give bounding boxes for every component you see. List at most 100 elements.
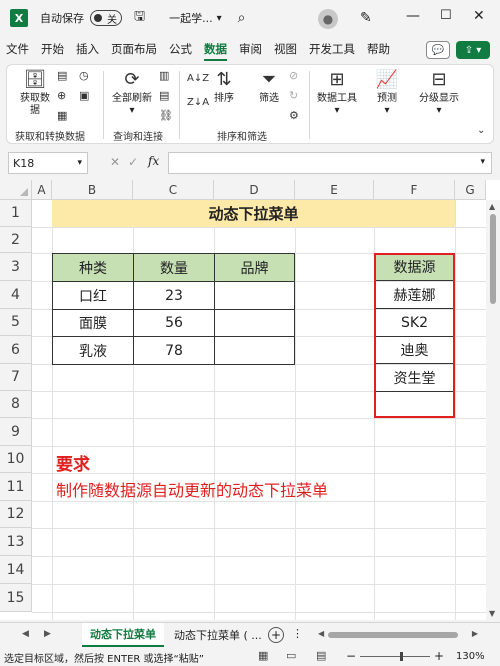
- chevron-down-icon[interactable]: ▾: [480, 157, 485, 167]
- table-cell[interactable]: 56: [133, 309, 215, 337]
- row-header-8[interactable]: 8: [0, 391, 32, 418]
- minimize-icon[interactable]: —: [406, 8, 420, 24]
- row-header-13[interactable]: 13: [0, 528, 32, 556]
- pen-icon[interactable]: ✎: [360, 10, 372, 26]
- page-layout-view-icon[interactable]: ▭: [286, 649, 296, 662]
- table-cell[interactable]: 口红: [52, 281, 134, 310]
- data-tools-button[interactable]: ⊞ 数据工具 ▾: [311, 69, 363, 117]
- zoom-out-button[interactable]: −: [346, 649, 356, 663]
- zoom-in-button[interactable]: +: [434, 649, 444, 663]
- tab-data[interactable]: 数据: [198, 36, 233, 62]
- column-header-g[interactable]: G: [455, 180, 486, 200]
- check-icon[interactable]: ✓: [128, 155, 138, 169]
- chevron-down-icon[interactable]: ⌄: [477, 125, 485, 136]
- table-cell[interactable]: 面膜: [52, 309, 134, 337]
- cancel-icon[interactable]: ✕: [110, 155, 120, 169]
- maximize-icon[interactable]: ☐: [440, 8, 452, 23]
- tab-formulas[interactable]: 公式: [163, 36, 198, 62]
- page-break-view-icon[interactable]: ▤: [316, 649, 326, 662]
- sheet-tab[interactable]: 动态下拉菜单 ( ...: [166, 623, 270, 647]
- name-box[interactable]: K18 ▾: [8, 152, 88, 174]
- avatar-icon[interactable]: ●: [318, 9, 338, 29]
- from-web-icon[interactable]: ⊕: [57, 89, 66, 102]
- outline-button[interactable]: ⊟ 分级显示 ▾: [411, 69, 467, 117]
- horizontal-scroll-thumb[interactable]: [328, 632, 458, 638]
- tab-file[interactable]: 文件: [0, 36, 35, 62]
- tab-page-layout[interactable]: 页面布局: [105, 36, 163, 62]
- column-header-f[interactable]: F: [374, 180, 455, 200]
- formula-input[interactable]: ▾: [168, 152, 492, 174]
- scroll-right-icon[interactable]: ▶: [472, 629, 478, 638]
- row-header-9[interactable]: 9: [0, 418, 32, 446]
- column-header-a[interactable]: A: [32, 180, 52, 200]
- reapply-filter-icon[interactable]: ↻: [289, 89, 298, 102]
- requirement-text[interactable]: 制作随数据源自动更新的动态下拉菜单: [56, 477, 328, 501]
- row-header-3[interactable]: 3: [0, 253, 32, 281]
- existing-connections-icon[interactable]: ▣: [79, 89, 89, 102]
- vertical-scrollbar[interactable]: ▲ ▼: [486, 200, 500, 620]
- scroll-up-icon[interactable]: ▲: [489, 202, 495, 211]
- row-header-14[interactable]: 14: [0, 556, 32, 584]
- chevron-down-icon[interactable]: ▾: [217, 13, 222, 24]
- from-table-icon[interactable]: ▦: [57, 109, 67, 122]
- close-icon[interactable]: ✕: [473, 8, 485, 24]
- row-header-2[interactable]: 2: [0, 227, 32, 253]
- zoom-slider[interactable]: [360, 656, 430, 657]
- share-button[interactable]: ⇪ ▾: [456, 41, 490, 59]
- edit-links-icon[interactable]: ⛓: [159, 109, 173, 122]
- table-cell[interactable]: [214, 336, 295, 365]
- tab-developer[interactable]: 开发工具: [303, 36, 361, 62]
- autosave-toggle[interactable]: 关: [90, 10, 122, 26]
- sheet-tab-active[interactable]: 动态下拉菜单: [82, 623, 164, 647]
- save-icon[interactable]: 🖫: [134, 7, 145, 29]
- comments-button[interactable]: 💬: [426, 41, 450, 59]
- clear-filter-icon[interactable]: ⊘: [289, 69, 298, 82]
- table-cell[interactable]: 78: [133, 336, 215, 365]
- table-header-quantity[interactable]: 数量: [133, 253, 215, 282]
- tab-view[interactable]: 视图: [268, 36, 303, 62]
- row-header-10[interactable]: 10: [0, 446, 32, 473]
- tab-home[interactable]: 开始: [35, 36, 70, 62]
- zoom-level[interactable]: 130%: [456, 651, 485, 662]
- insert-function-icon[interactable]: fx: [148, 154, 159, 168]
- table-header-category[interactable]: 种类: [52, 253, 134, 282]
- row-header-7[interactable]: 7: [0, 364, 32, 391]
- row-header-12[interactable]: 12: [0, 501, 32, 528]
- normal-view-icon[interactable]: ▦: [258, 649, 268, 662]
- add-sheet-button[interactable]: +: [268, 627, 284, 643]
- row-header-5[interactable]: 5: [0, 309, 32, 336]
- worksheet-grid[interactable]: A B C D E F G 1 2 3 4 5 6 7 8 9 10 11 12…: [0, 180, 500, 620]
- scroll-down-icon[interactable]: ▼: [489, 609, 495, 618]
- tab-help[interactable]: 帮助: [361, 36, 396, 62]
- filter-button[interactable]: ⏷ 筛选: [251, 69, 287, 105]
- select-all-corner[interactable]: [0, 180, 32, 200]
- search-icon[interactable]: ⌕: [238, 10, 246, 26]
- properties-icon[interactable]: ▤: [159, 89, 169, 102]
- requirement-title[interactable]: 要求: [56, 450, 90, 475]
- column-header-c[interactable]: C: [133, 180, 214, 200]
- queries-connections-icon[interactable]: ▥: [159, 69, 169, 82]
- tab-insert[interactable]: 插入: [70, 36, 105, 62]
- column-header-e[interactable]: E: [295, 180, 374, 200]
- sheet-title-cell[interactable]: 动态下拉菜单: [52, 200, 455, 227]
- forecast-button[interactable]: 📈 预测 ▾: [367, 69, 407, 117]
- vertical-scroll-thumb[interactable]: [490, 214, 496, 304]
- zoom-slider-thumb[interactable]: [400, 652, 403, 661]
- row-header-1[interactable]: 1: [0, 200, 32, 227]
- row-header-15[interactable]: 15: [0, 584, 32, 612]
- from-text-icon[interactable]: ▤: [57, 69, 67, 82]
- sheet-next-icon[interactable]: ▶: [44, 629, 51, 639]
- sort-descending-icon[interactable]: Z↓A: [187, 97, 209, 108]
- refresh-all-button[interactable]: ⟳ 全部刷新 ▾: [107, 69, 157, 117]
- table-cell[interactable]: [214, 309, 295, 337]
- tab-review[interactable]: 审阅: [233, 36, 268, 62]
- column-header-d[interactable]: D: [214, 180, 295, 200]
- table-cell[interactable]: [214, 281, 295, 310]
- recent-sources-icon[interactable]: ◷: [79, 69, 89, 82]
- sheet-prev-icon[interactable]: ◀: [22, 629, 29, 639]
- row-header-6[interactable]: 6: [0, 336, 32, 364]
- sort-ascending-icon[interactable]: A↓Z: [187, 73, 209, 84]
- table-header-brand[interactable]: 品牌: [214, 253, 295, 282]
- row-header-4[interactable]: 4: [0, 281, 32, 309]
- document-title[interactable]: 一起学...: [169, 10, 213, 26]
